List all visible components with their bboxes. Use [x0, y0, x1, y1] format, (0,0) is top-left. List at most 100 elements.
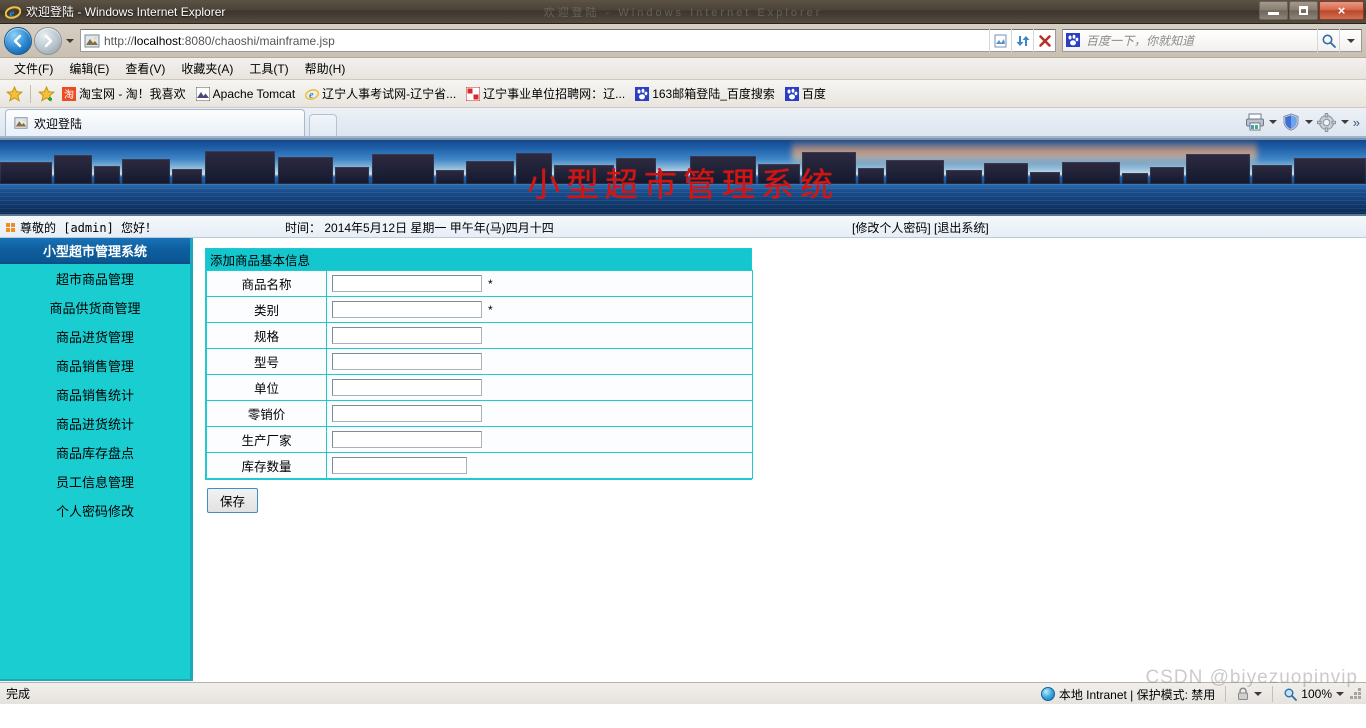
status-text: 完成 [6, 687, 31, 701]
sidebar-item-sales-stat[interactable]: 商品销售统计 [0, 380, 190, 409]
banner-title: 小型超市管理系统 [527, 165, 839, 204]
required-mark: * [488, 276, 493, 291]
recent-pages-dropdown[interactable] [62, 27, 77, 55]
favorite-item-baidu[interactable]: 百度 [782, 84, 829, 103]
chevron-down-icon[interactable] [1254, 692, 1263, 696]
favorite-item-lnsydw[interactable]: 辽宁事业单位招聘网：辽... [463, 84, 628, 103]
greeting-text: 尊敬的 [admin] 您好！ [20, 221, 158, 235]
search-placeholder: 百度一下，你就知道 [1086, 34, 1195, 48]
field-cell [326, 348, 753, 375]
time-block: 时间： 2014年5月12日 星期一 甲午年(马)四月十四 [285, 219, 554, 236]
red-square-icon [465, 86, 481, 101]
panel-title: 添加商品基本信息 [206, 249, 751, 270]
status-divider [1225, 686, 1227, 702]
magnifier-icon[interactable] [1283, 687, 1298, 701]
security-zone-text: 本地 Intranet | 保护模式: 禁用 [1058, 687, 1216, 702]
tab-welcome[interactable]: 欢迎登陆 [5, 109, 305, 136]
svg-text:淘: 淘 [64, 88, 74, 101]
search-icon[interactable] [1317, 29, 1339, 52]
favorite-label: 淘宝网 - 淘！我喜欢 [79, 87, 186, 101]
sidebar-item-purchase-stat[interactable]: 商品进货统计 [0, 409, 190, 438]
field-cell [326, 452, 753, 479]
url-bar[interactable]: http://localhost:8080/chaoshi/mainframe.… [80, 29, 1056, 52]
star-plus-icon[interactable] [37, 85, 56, 102]
back-button[interactable] [4, 26, 32, 55]
retail-price-input[interactable] [332, 405, 482, 422]
maximize-button[interactable] [1289, 1, 1318, 20]
model-input[interactable] [332, 353, 482, 370]
search-options-dropdown[interactable] [1339, 29, 1361, 52]
chevron-down-icon[interactable] [1304, 120, 1313, 124]
lock-icon[interactable] [1236, 687, 1250, 701]
chevron-down-icon[interactable] [1336, 692, 1344, 696]
field-cell [326, 322, 753, 349]
stock-quantity-input[interactable] [332, 457, 467, 474]
menu-item-favorites[interactable]: 收藏夹(A) [173, 58, 241, 79]
field-label: 型号 [206, 348, 327, 375]
tab-label: 欢迎登陆 [34, 116, 83, 131]
add-product-panel: 添加商品基本信息 商品名称 * 类别 * 规格 型号 单位 零销价 生产厂家 库… [205, 248, 753, 480]
tab-toolbar: » [1243, 111, 1362, 133]
toolbar-overflow-button[interactable]: » [1351, 115, 1362, 130]
form-row-model: 型号 [206, 348, 753, 375]
printer-icon[interactable] [1243, 111, 1267, 133]
favorite-item-lnrsks[interactable]: e 辽宁人事考试网-辽宁省... [302, 84, 459, 103]
tomcat-icon [195, 86, 211, 101]
star-icon[interactable] [5, 85, 24, 102]
menu-item-tools[interactable]: 工具(T) [241, 58, 296, 79]
product-name-input[interactable] [332, 275, 482, 292]
chevron-down-icon[interactable] [1340, 120, 1349, 124]
sidebar-item-inventory[interactable]: 商品库存盘点 [0, 438, 190, 467]
form-row-manufacturer: 生产厂家 [206, 426, 753, 453]
forward-button[interactable] [34, 26, 62, 55]
spec-input[interactable] [332, 327, 482, 344]
favorite-item-163mail[interactable]: 163邮箱登陆_百度搜索 [632, 84, 778, 103]
menu-item-help[interactable]: 帮助(H) [297, 58, 354, 79]
globe-icon [1040, 687, 1055, 701]
sidebar-item-purchase[interactable]: 商品进货管理 [0, 322, 190, 351]
sidebar-item-suppliers[interactable]: 商品供货商管理 [0, 293, 190, 322]
favorite-item-taobao[interactable]: 淘 淘宝网 - 淘！我喜欢 [59, 84, 189, 103]
sidebar-item-employees[interactable]: 员工信息管理 [0, 467, 190, 496]
close-button[interactable]: × [1319, 1, 1364, 20]
favorite-label: 辽宁事业单位招聘网：辽... [483, 87, 626, 101]
menu-item-view[interactable]: 查看(V) [117, 58, 173, 79]
required-mark: * [488, 302, 493, 317]
category-input[interactable] [332, 301, 482, 318]
chevron-down-icon [65, 38, 74, 43]
compatibility-view-button[interactable] [989, 29, 1011, 52]
field-cell [326, 400, 753, 427]
minimize-button[interactable] [1259, 1, 1288, 20]
search-input[interactable]: 百度一下，你就知道 [1062, 29, 1362, 52]
user-info-bar: 尊敬的 [admin] 您好！ 时间： 2014年5月12日 星期一 甲午年(马… [0, 216, 1366, 238]
gear-icon[interactable] [1315, 111, 1339, 133]
shield-icon[interactable] [1279, 111, 1303, 133]
sidebar-item-password[interactable]: 个人密码修改 [0, 496, 190, 525]
refresh-button[interactable] [1011, 29, 1033, 52]
menu-item-file[interactable]: 文件(F) [6, 58, 61, 79]
chevron-down-icon[interactable] [1268, 120, 1277, 124]
main-content: 添加商品基本信息 商品名称 * 类别 * 规格 型号 单位 零销价 生产厂家 库… [193, 238, 1366, 681]
manufacturer-input[interactable] [332, 431, 482, 448]
favorite-item-tomcat[interactable]: Apache Tomcat [193, 86, 299, 102]
save-button[interactable]: 保存 [207, 488, 259, 513]
time-value: 2014年5月12日 星期一 甲午年(马)四月十四 [324, 221, 554, 235]
sidebar-item-sales[interactable]: 商品销售管理 [0, 351, 190, 380]
form-row-name: 商品名称 * [206, 270, 753, 297]
menu-bar: 文件(F) 编辑(E) 查看(V) 收藏夹(A) 工具(T) 帮助(H) [0, 58, 1366, 80]
field-label: 生产厂家 [206, 426, 327, 453]
page-content: 小型超市管理系统 尊敬的 [admin] 您好！ 时间： 2014年5月12日 … [0, 138, 1366, 682]
account-links[interactable]: [修改个人密码] [退出系统] [852, 219, 989, 236]
favorites-bar: 淘 淘宝网 - 淘！我喜欢 Apache Tomcat e 辽宁人事考试网-辽宁… [0, 80, 1366, 108]
menu-item-edit[interactable]: 编辑(E) [61, 58, 117, 79]
sidebar-item-goods[interactable]: 超市商品管理 [0, 264, 190, 293]
new-tab-button[interactable] [309, 114, 337, 136]
svg-text:e: e [309, 90, 314, 101]
field-cell [326, 374, 753, 401]
tab-bar: 欢迎登陆 » [0, 108, 1366, 138]
unit-input[interactable] [332, 379, 482, 396]
resize-grip[interactable] [1350, 688, 1362, 700]
field-label: 库存数量 [206, 452, 327, 479]
stop-button[interactable] [1033, 29, 1055, 52]
window-title: 欢迎登陆 - Windows Internet Explorer [26, 5, 226, 19]
